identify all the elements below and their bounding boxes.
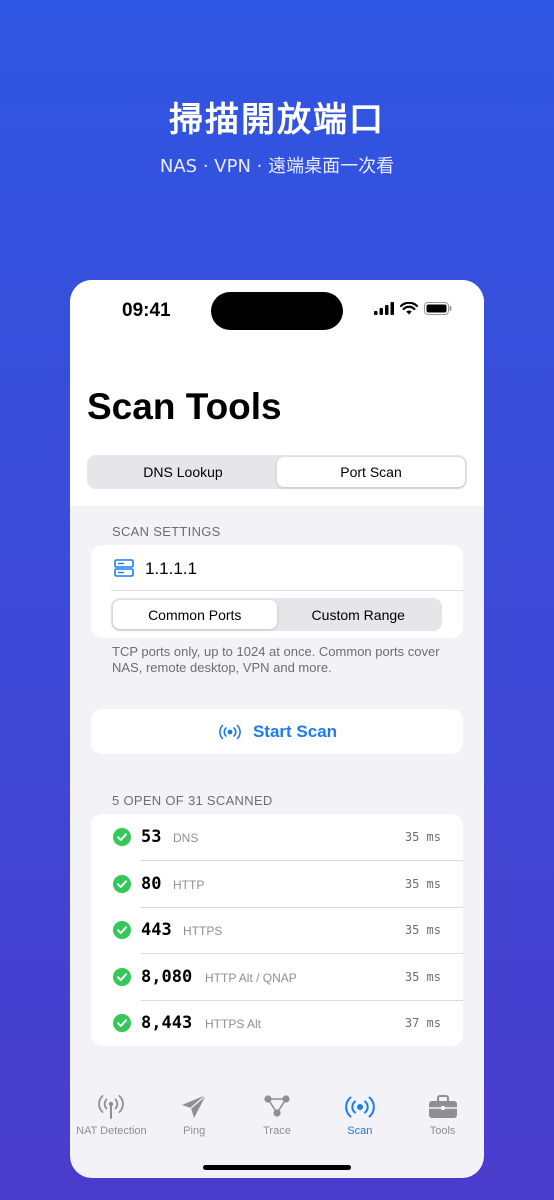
results-card: 53 DNS 35 ms 80 HTTP 35 ms 443 HTTPS 35 … (91, 814, 463, 1046)
check-circle-icon (113, 968, 131, 986)
promo-title: 掃描開放端口 (169, 100, 385, 140)
dynamic-island (211, 292, 343, 330)
tab-trace-label: Trace (263, 1125, 291, 1137)
settings-card: 1.1.1.1 Common Ports Custom Range (91, 545, 463, 638)
status-time: 09:41 (122, 300, 171, 321)
host-field[interactable]: 1.1.1.1 (145, 559, 197, 579)
check-circle-icon (113, 828, 131, 846)
tab-port-scan-label: Port Scan (340, 464, 402, 480)
service-name: HTTP (173, 878, 205, 892)
tab-tools[interactable]: Tools (401, 1092, 484, 1152)
results-section-header: 5 OPEN OF 31 SCANNED (112, 793, 273, 808)
tab-nat-detection-label: NAT Detection (76, 1125, 147, 1137)
tab-ping[interactable]: Ping (153, 1092, 236, 1152)
range-segmented-control: Common Ports Custom Range (111, 598, 442, 631)
port-number: 53 (141, 827, 162, 847)
home-indicator (203, 1165, 351, 1170)
tab-trace[interactable]: Trace (236, 1092, 319, 1152)
service-name: DNS (173, 831, 199, 845)
wifi-icon (400, 302, 418, 315)
port-number: 8,080 (141, 967, 193, 987)
result-row[interactable]: 80 HTTP 35 ms (91, 861, 463, 907)
tab-custom-range[interactable]: Custom Range (277, 600, 441, 629)
tab-bar: NAT Detection Ping Trace Scan Tools (70, 1092, 484, 1152)
result-row[interactable]: 53 DNS 35 ms (91, 814, 463, 860)
tab-scan-label: Scan (347, 1125, 373, 1137)
latency: 35 ms (404, 830, 441, 844)
service-name: HTTPS (183, 924, 223, 938)
page-title: Scan Tools (87, 386, 282, 427)
paperplane-icon (182, 1094, 207, 1118)
tab-custom-range-label: Custom Range (311, 606, 405, 623)
latency: 35 ms (404, 970, 441, 984)
server-icon (114, 559, 134, 577)
battery-icon (424, 302, 452, 315)
tab-common-ports-label: Common Ports (148, 606, 242, 623)
promo-subtitle: NAS · VPN · 遠端桌面一次看 (159, 156, 395, 177)
broadcast-icon (344, 1096, 375, 1118)
settings-divider (111, 590, 463, 591)
status-icons (374, 302, 452, 315)
tab-scan[interactable]: Scan (318, 1092, 401, 1152)
port-number: 443 (141, 920, 172, 940)
port-number: 8,443 (141, 1013, 193, 1033)
signal-icon (374, 302, 394, 315)
tab-tools-label: Tools (429, 1125, 456, 1137)
antenna-icon (98, 1095, 125, 1119)
settings-footer: TCP ports only, up to 1024 at once. Comm… (112, 644, 440, 675)
result-row[interactable]: 8,443 HTTPS Alt 37 ms (91, 1000, 463, 1046)
check-circle-icon (113, 1014, 131, 1032)
briefcase-icon (428, 1095, 457, 1118)
latency: 37 ms (404, 1016, 441, 1030)
tab-ping-label: Ping (183, 1125, 206, 1137)
service-name: HTTP Alt / QNAP (205, 971, 297, 985)
tab-dns-lookup-label: DNS Lookup (143, 464, 223, 480)
phone-screen: 09:41 Scan Tools DNS Lookup Port Scan SC… (70, 280, 484, 1178)
tab-dns-lookup[interactable]: DNS Lookup (89, 457, 277, 487)
network-nodes-icon (264, 1095, 290, 1117)
settings-section-header: SCAN SETTINGS (112, 524, 221, 539)
tab-common-ports[interactable]: Common Ports (113, 600, 277, 629)
result-row[interactable]: 443 HTTPS 35 ms (91, 907, 463, 953)
check-circle-icon (113, 875, 131, 893)
latency: 35 ms (404, 923, 441, 937)
mode-segmented-control: DNS Lookup Port Scan (87, 455, 467, 489)
start-scan-button[interactable]: Start Scan (91, 709, 463, 754)
check-circle-icon (113, 921, 131, 939)
service-name: HTTPS Alt (205, 1017, 262, 1031)
start-scan-label: Start Scan (252, 721, 338, 741)
tab-port-scan[interactable]: Port Scan (277, 457, 465, 487)
broadcast-icon (219, 724, 241, 739)
port-number: 80 (141, 874, 162, 894)
tab-nat-detection[interactable]: NAT Detection (70, 1092, 153, 1152)
latency: 35 ms (404, 877, 441, 891)
result-row[interactable]: 8,080 HTTP Alt / QNAP 35 ms (91, 954, 463, 1000)
